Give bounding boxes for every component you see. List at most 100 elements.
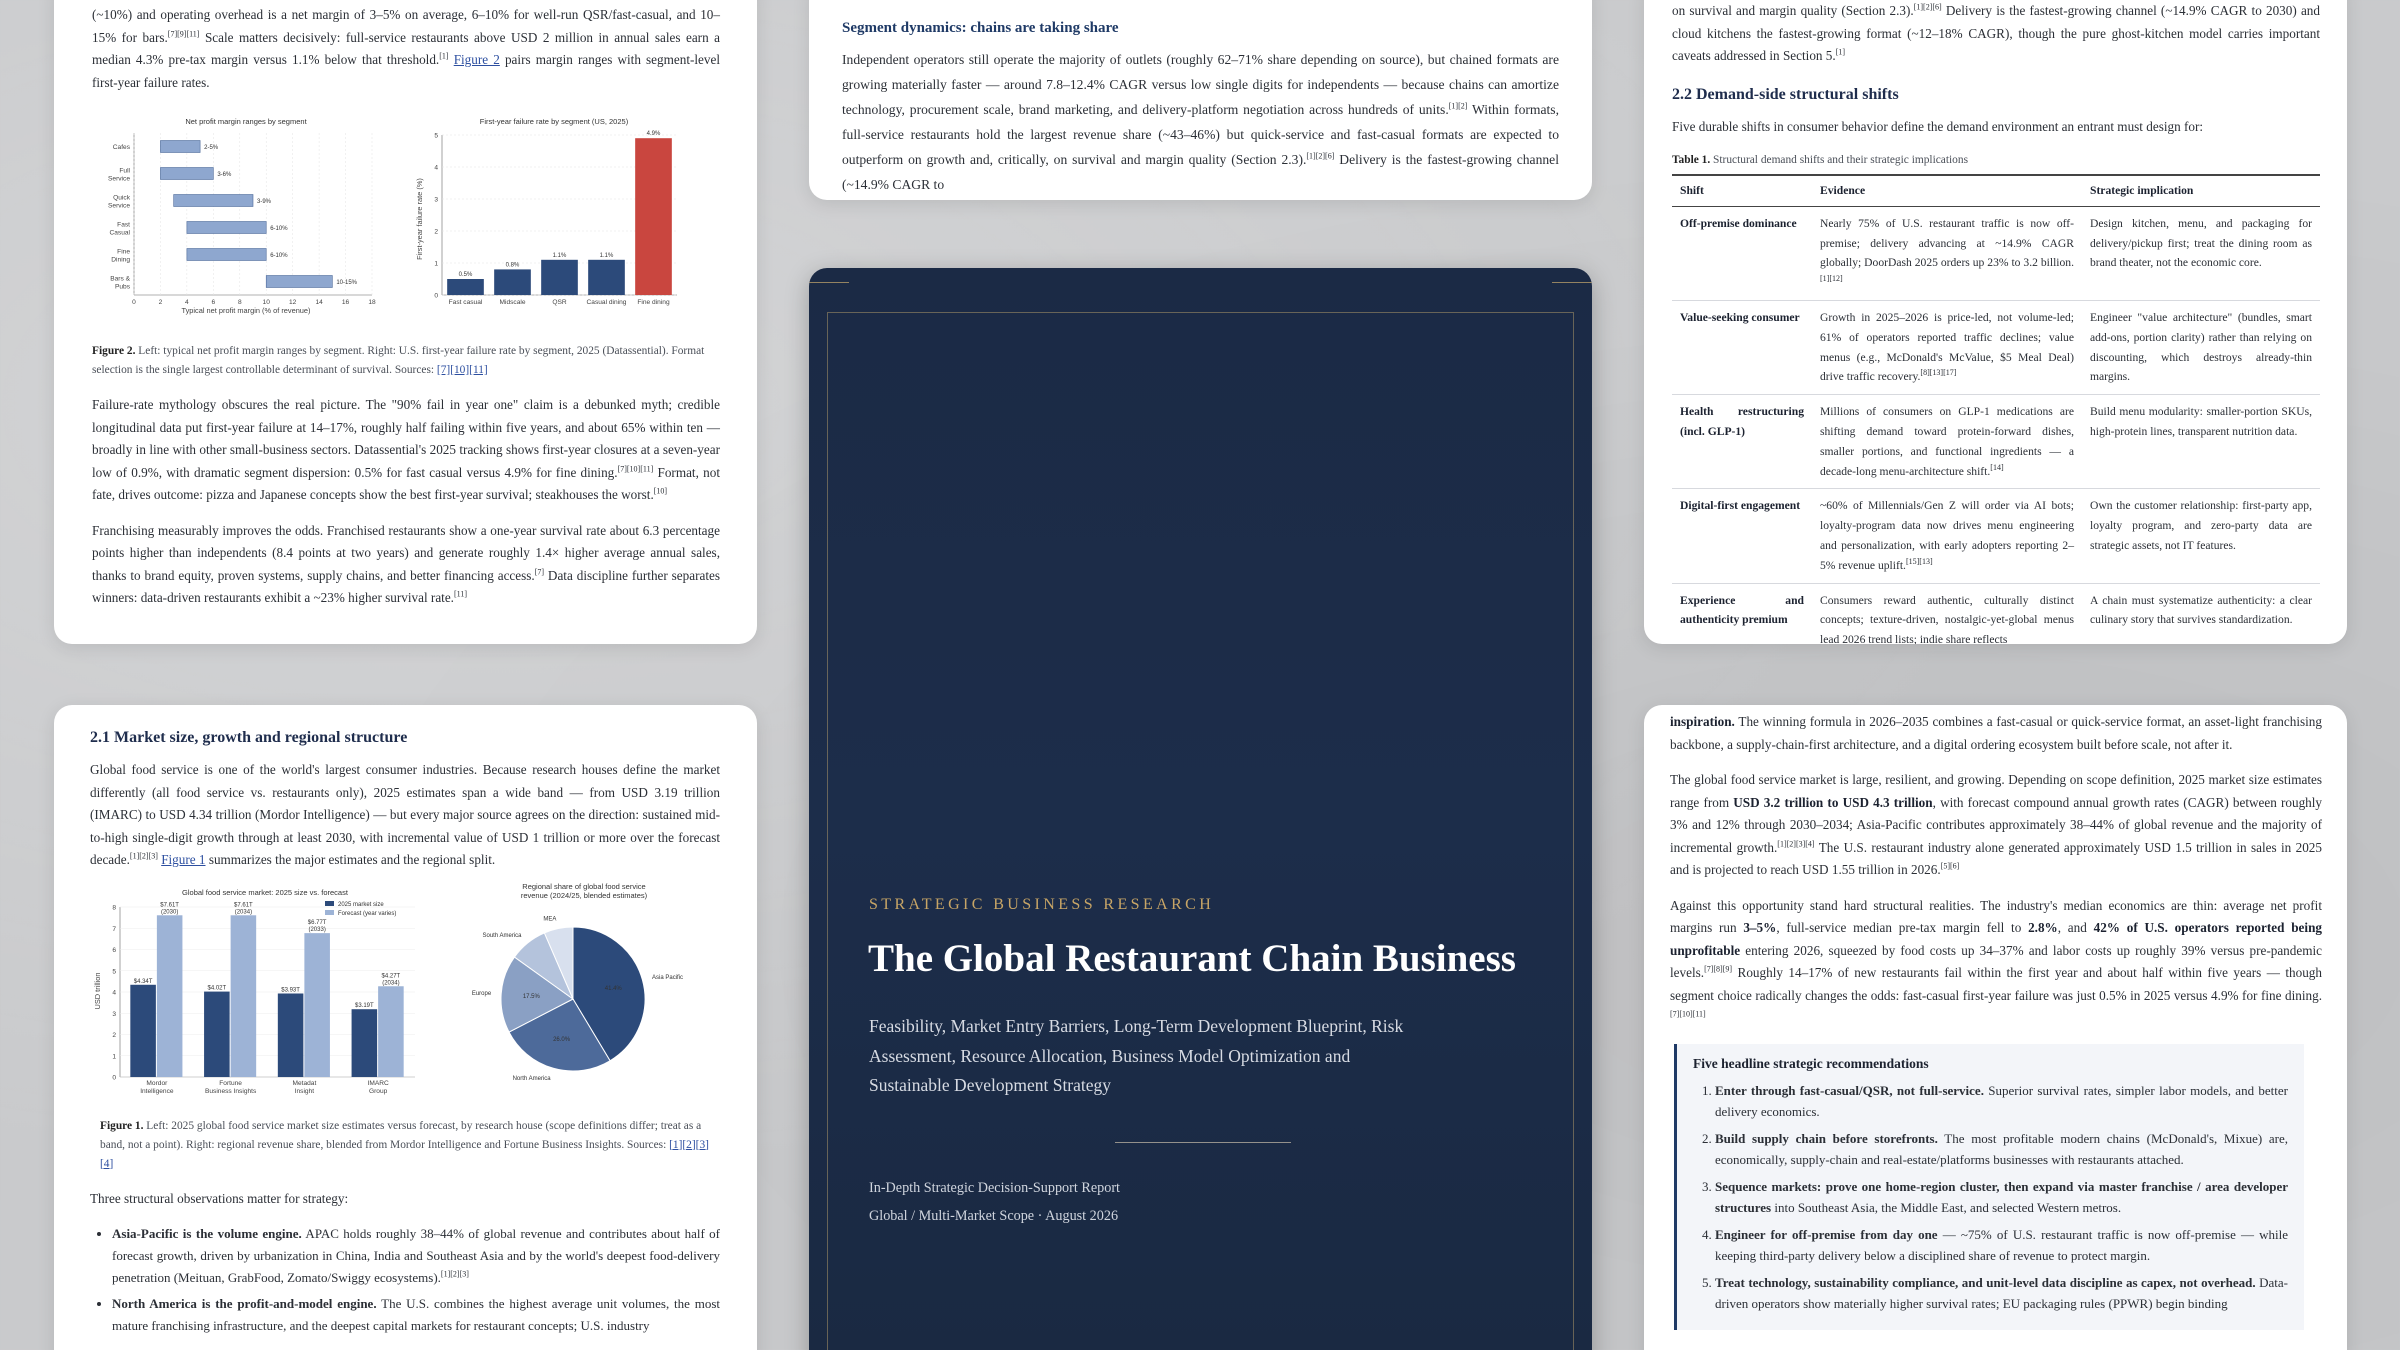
bar-value-label: 4.9% (647, 131, 661, 137)
figure-2-link[interactable]: Figure 2 (454, 52, 500, 67)
demand-shifts-table: Shift Evidence Strategic implication Off… (1672, 173, 2320, 644)
bar-year-label: (2030) (161, 909, 178, 915)
pie-category-label: South America (482, 933, 522, 939)
segment-dynamics-heading: Segment dynamics: chains are taking shar… (842, 20, 1119, 36)
figure-1-ylabel: USD trillion (93, 972, 102, 1009)
failure-bar (447, 279, 484, 295)
figure-2-caption: Figure 2. Left: typical net profit margi… (92, 345, 705, 376)
figure-2-sources-link[interactable]: [7][10][11] (437, 364, 488, 376)
y-tick-label: 4 (434, 165, 438, 172)
figure-1-legend: 2025 market size Forecast (year varies) (325, 900, 396, 917)
x-tick-label: 6 (211, 299, 215, 306)
report-cover: STRATEGIC BUSINESS RESEARCH The Global R… (809, 268, 1592, 1350)
failure-rate-chart: 0 1 2 3 4 5 0.5% Fast casual 0.8% Midscale 1.1% QSR… (434, 131, 677, 306)
margin-range-chart: 0 2 4 6 8 10 12 14 16 182-5%Cafes3-6%FullService3… (108, 133, 376, 306)
range-bar (265, 275, 333, 288)
pie-category-label: MEA (543, 916, 556, 922)
bar-value-label: $6.77T (308, 920, 327, 926)
cover-subtitle: Feasibility, Market Entry Barriers, Long… (869, 1016, 1404, 1095)
report-page-summary: inspiration. The winning formula in 2026… (1644, 705, 2347, 1350)
y-tick-label: 2 (434, 229, 438, 236)
list-item: Engineer for off-premise from day one — … (1715, 1224, 2288, 1267)
cover-corner-left (809, 282, 849, 283)
figure-2-left-title: Net profit margin ranges by segment (185, 117, 307, 126)
failure-bar (588, 259, 625, 295)
bar-2025 (130, 984, 156, 1077)
x-tick-label: Metadat (292, 1080, 316, 1087)
report-page-segments: Segment dynamics: chains are taking shar… (809, 0, 1592, 200)
bar-2025 (277, 992, 304, 1077)
figure-1-right-title-1: Regional share of global food service (522, 882, 645, 891)
x-tick-label: IMARC (368, 1080, 389, 1087)
range-bar (186, 248, 267, 261)
segment-paragraph: Independent operators still operate the … (842, 52, 1559, 192)
x-tick-label: 16 (342, 299, 350, 306)
cover-report-type: In-Depth Strategic Decision-Support Repo… (869, 1180, 1120, 1196)
x-tick-label: Fine dining (637, 299, 670, 306)
bar-forecast (230, 914, 257, 1077)
x-tick-label: 8 (238, 299, 242, 306)
y-tick-label: 3 (434, 197, 438, 204)
observations-intro: Three structural observations matter for… (90, 1190, 349, 1206)
figure-1-right-title-2: revenue (2024/25, blended estimates) (521, 891, 648, 900)
table-row: Off-premise dominance Nearly 75% of U.S.… (1672, 206, 2320, 301)
report-page-market-size: 2.1 Market size, growth and regional str… (54, 705, 757, 1350)
table-row: Value-seeking consumer Growth in 2025–20… (1672, 300, 2320, 396)
table-row: Experience and authenticity premium Cons… (1672, 583, 2320, 644)
y-tick-label: Pubs (115, 284, 131, 291)
bar-value-label: $7.61T (160, 902, 179, 908)
range-bar (160, 167, 214, 180)
bar-value-label: $3.19T (355, 1003, 374, 1009)
recommendations-title: Five headline strategic recommendations (1693, 1055, 1929, 1071)
range-label: 6-10% (270, 253, 288, 259)
x-tick-label: 10 (263, 299, 271, 306)
bar-forecast (304, 932, 330, 1077)
y-tick-label: Bars & (110, 276, 130, 283)
y-tick-label: 2 (112, 1032, 116, 1039)
bar-year-label: (2034) (235, 909, 252, 915)
pie-category-label: North America (513, 1075, 552, 1081)
x-tick-label: 14 (315, 299, 323, 306)
figure-1-caption: Figure 1. Left: 2025 global food service… (100, 1119, 709, 1170)
report-page-demand-shifts: on survival and margin quality (Section … (1644, 0, 2347, 644)
y-tick-label: 1 (434, 261, 438, 268)
figure-1-link[interactable]: Figure 1 (161, 852, 205, 867)
x-tick-label: Insight (295, 1088, 315, 1095)
y-tick-label: Casual (109, 230, 130, 237)
bar-value-label: 0.5% (459, 272, 473, 278)
pie-value-label: 41.4% (605, 985, 623, 991)
failure-bar (635, 138, 672, 295)
report-page-margins: (~10%) and operating overhead is a net m… (54, 0, 757, 644)
y-tick-label: Dining (111, 257, 130, 264)
y-tick-label: Full (119, 168, 130, 175)
demand-shifts-heading: 2.2 Demand-side structural shifts (1672, 85, 1899, 103)
legend-forecast: Forecast (year varies) (338, 911, 396, 917)
delivery-paragraph: on survival and margin quality (Section … (1672, 2, 2320, 63)
list-item: Treat technology, sustainability complia… (1715, 1272, 2288, 1315)
bar-value-label: $4.27T (382, 973, 401, 979)
x-tick-label: Group (369, 1088, 388, 1095)
bar-year-label: (2034) (382, 980, 399, 986)
y-tick-label: Quick (113, 195, 131, 202)
table-header-implication: Strategic implication (2082, 173, 2320, 207)
y-tick-label: Fine (117, 249, 130, 256)
range-label: 2-5% (204, 145, 219, 151)
cover-title: The Global Restaurant Chain Business (868, 937, 1516, 980)
bar-forecast (378, 985, 404, 1077)
recommendations-list: Enter through fast-casual/QSR, not full-… (1693, 1080, 2288, 1315)
table-row: Health restructuring (incl. GLP-1) Milli… (1672, 394, 2320, 490)
market-size-heading: 2.1 Market size, growth and regional str… (90, 729, 408, 746)
bar-value-label: 0.8% (506, 262, 520, 268)
y-tick-label: 5 (112, 968, 116, 975)
market-size-paragraph: Global food service is one of the world'… (90, 762, 720, 867)
margin-paragraph: (~10%) and operating overhead is a net m… (92, 7, 721, 90)
range-bar (186, 221, 267, 234)
economics-paragraph: Against this opportunity stand hard stru… (1670, 897, 2322, 1019)
bar-year-label: (2033) (308, 927, 325, 933)
y-tick-label: Service (108, 176, 130, 183)
y-tick-label: 6 (112, 947, 116, 954)
y-tick-label: 1 (112, 1053, 116, 1060)
range-label: 3-6% (217, 172, 232, 178)
recommendations-callout: Five headline strategic recommendations … (1674, 1043, 2304, 1330)
figure-1-charts: Global food service market: 2025 size vs… (93, 882, 683, 1095)
